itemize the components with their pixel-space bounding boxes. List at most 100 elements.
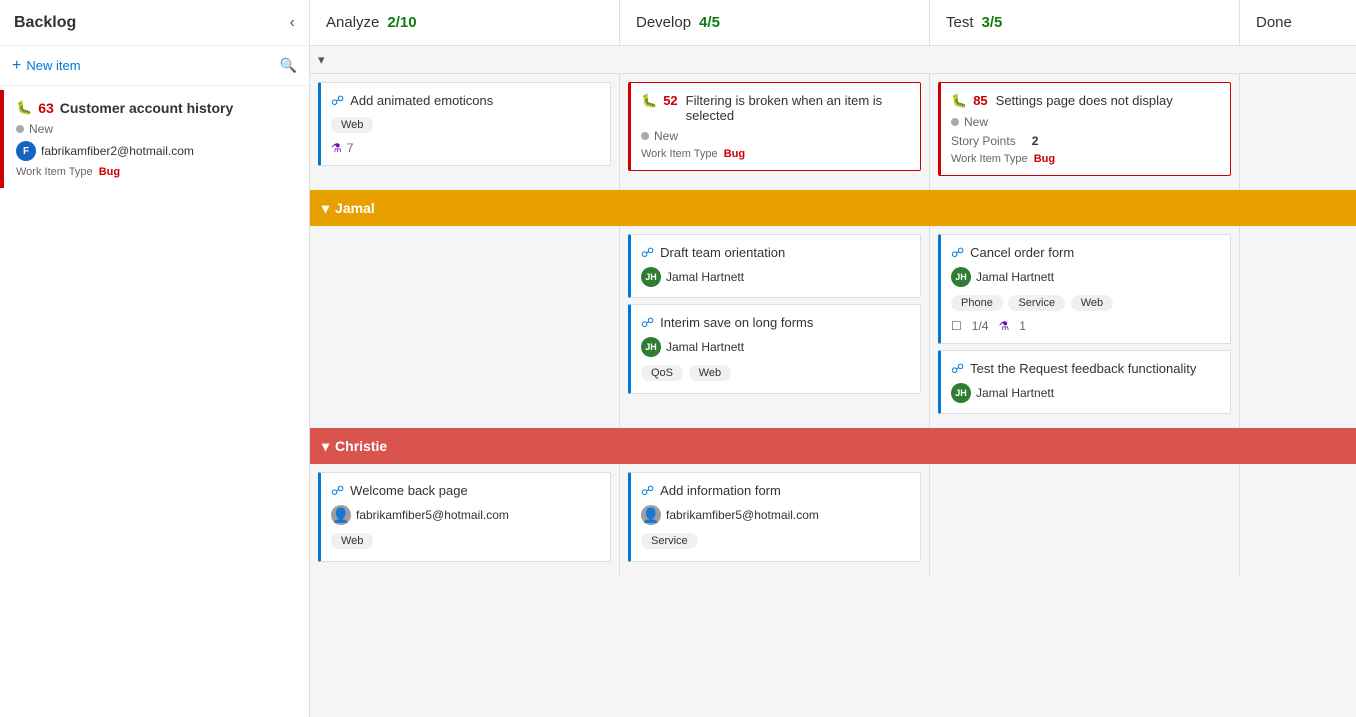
backlog-item[interactable]: 🐛 63 Customer account history New F fabr… — [0, 90, 309, 188]
analyze-unassigned: ☍ Add animated emoticons Web ⚗ 7 — [310, 74, 620, 190]
christie-row: ☍ Welcome back page 👤 fabrikamfiber5@hot… — [310, 464, 1356, 576]
card-tags: QoS Web — [641, 363, 910, 383]
story-icon: ☍ — [951, 245, 964, 261]
user-email: fabrikamfiber2@hotmail.com — [41, 144, 194, 158]
card-tags: Web — [331, 115, 600, 135]
backlog-item-title: 🐛 63 Customer account history — [16, 100, 297, 116]
col-header-done: Done — [1240, 0, 1356, 45]
christie-swimlane-header: ▾ Christie — [310, 428, 1356, 464]
card-title: ☍ Cancel order form — [951, 245, 1220, 261]
bug-icon: 🐛 — [641, 93, 657, 109]
develop-christie: ☍ Add information form 👤 fabrikamfiber5@… — [620, 464, 930, 576]
christie-label: Christie — [335, 438, 387, 454]
card-draft-team[interactable]: ☍ Draft team orientation JH Jamal Hartne… — [628, 234, 921, 298]
jamal-header-fill — [620, 190, 1356, 226]
status-label: New — [29, 122, 53, 136]
done-jamal — [1240, 226, 1356, 428]
story-icon: ☍ — [951, 361, 964, 377]
done-label: Done — [1256, 14, 1292, 31]
test-label: Test — [946, 14, 974, 31]
flask-icon: ⚗ — [998, 319, 1009, 333]
tag-service: Service — [1008, 295, 1065, 311]
user-icon: 👤 — [331, 505, 351, 525]
backlog-item-type: Work Item Type Bug — [16, 166, 297, 178]
analyze-christie: ☍ Welcome back page 👤 fabrikamfiber5@hot… — [310, 464, 620, 576]
card-title-text: Add information form — [660, 483, 781, 498]
assignee-row: 👤 fabrikamfiber5@hotmail.com — [641, 505, 910, 525]
card-title-text: Draft team orientation — [660, 245, 785, 260]
card-title: ☍ Add information form — [641, 483, 910, 499]
sidebar-header: Backlog ‹ — [0, 0, 309, 46]
new-item-button[interactable]: + New item — [12, 57, 81, 75]
card-title: ☍ Add animated emoticons — [331, 93, 600, 109]
new-item-row: + New item 🔍 — [0, 46, 309, 86]
card-add-info[interactable]: ☍ Add information form 👤 fabrikamfiber5@… — [628, 472, 921, 562]
christie-label-analyze: ▾ Christie — [310, 428, 620, 464]
jh-avatar: JH — [951, 383, 971, 403]
assignee-row: 👤 fabrikamfiber5@hotmail.com — [331, 505, 600, 525]
story-icon: ☍ — [641, 483, 654, 499]
backlog-item-user: F fabrikamfiber2@hotmail.com — [16, 141, 297, 161]
tag-web: Web — [331, 533, 373, 549]
card-title-text: Settings page does not display — [996, 93, 1173, 108]
work-item-type-value: Bug — [99, 166, 120, 178]
analyze-label: Analyze — [326, 14, 379, 31]
card-title-text: Cancel order form — [970, 245, 1074, 260]
card-work-type: Work Item Type Bug — [951, 153, 1220, 165]
card-title: ☍ Welcome back page — [331, 483, 600, 499]
status-dot — [641, 132, 649, 140]
sidebar-chevron[interactable]: ‹ — [290, 14, 295, 32]
jh-avatar: JH — [641, 267, 661, 287]
card-title-text: Test the Request feedback functionality — [970, 361, 1196, 376]
unassigned-row: ☍ Add animated emoticons Web ⚗ 7 — [310, 74, 1356, 190]
card-test-count: ⚗ 7 — [331, 141, 600, 155]
done-christie — [1240, 464, 1356, 576]
tag-service: Service — [641, 533, 698, 549]
card-work-type: Work Item Type Bug — [641, 148, 910, 160]
jamal-label-analyze: ▾ Jamal — [310, 190, 620, 226]
card-interim-save[interactable]: ☍ Interim save on long forms JH Jamal Ha… — [628, 304, 921, 394]
assignee-name: Jamal Hartnett — [666, 340, 744, 354]
search-icon[interactable]: 🔍 — [280, 57, 297, 74]
jamal-label: Jamal — [335, 200, 375, 216]
card-add-animated[interactable]: ☍ Add animated emoticons Web ⚗ 7 — [318, 82, 611, 166]
card-title: ☍ Draft team orientation — [641, 245, 910, 261]
assignee-name: fabrikamfiber5@hotmail.com — [666, 508, 819, 522]
card-welcome-back[interactable]: ☍ Welcome back page 👤 fabrikamfiber5@hot… — [318, 472, 611, 562]
collapse-bar[interactable]: ▾ — [310, 46, 1356, 74]
analyze-count: 2/10 — [387, 14, 416, 31]
story-icon: ☍ — [331, 483, 344, 499]
assignee-name: Jamal Hartnett — [666, 270, 744, 284]
status-dot — [16, 125, 24, 133]
jamal-row: ☍ Draft team orientation JH Jamal Hartne… — [310, 226, 1356, 428]
analyze-jamal — [310, 226, 620, 428]
board-body: ▾ ☍ Add animated emoticons Web — [310, 46, 1356, 717]
card-settings[interactable]: 🐛 85 Settings page does not display New … — [938, 82, 1231, 176]
bug-icon: 🐛 — [16, 100, 32, 116]
christie-header-fill — [620, 428, 1356, 464]
user-icon: 👤 — [641, 505, 661, 525]
card-id: 52 — [663, 93, 677, 108]
backlog-item-id: 63 — [38, 100, 54, 116]
card-title: ☍ Interim save on long forms — [641, 315, 910, 331]
col-header-test: Test 3/5 — [930, 0, 1240, 45]
develop-jamal: ☍ Draft team orientation JH Jamal Hartne… — [620, 226, 930, 428]
jh-avatar: JH — [951, 267, 971, 287]
card-title-text: Interim save on long forms — [660, 315, 813, 330]
col-header-analyze: Analyze 2/10 — [310, 0, 620, 45]
card-test-feedback[interactable]: ☍ Test the Request feedback functionalit… — [938, 350, 1231, 414]
card-filtering[interactable]: 🐛 52 Filtering is broken when an item is… — [628, 82, 921, 171]
board-headers: Analyze 2/10 Develop 4/5 Test 3/5 Done — [310, 0, 1356, 46]
tag-web: Web — [1071, 295, 1113, 311]
test-unassigned: 🐛 85 Settings page does not display New … — [930, 74, 1240, 190]
story-icon: ☍ — [641, 245, 654, 261]
card-cancel-order[interactable]: ☍ Cancel order form JH Jamal Hartnett Ph… — [938, 234, 1231, 344]
tag-qos: QoS — [641, 365, 683, 381]
test-jamal: ☍ Cancel order form JH Jamal Hartnett Ph… — [930, 226, 1240, 428]
assignee-name: fabrikamfiber5@hotmail.com — [356, 508, 509, 522]
sidebar-title: Backlog — [14, 14, 76, 32]
col-header-develop: Develop 4/5 — [620, 0, 930, 45]
assignee-name: Jamal Hartnett — [976, 270, 1054, 284]
develop-count: 4/5 — [699, 14, 720, 31]
assignee-row: JH Jamal Hartnett — [951, 267, 1220, 287]
